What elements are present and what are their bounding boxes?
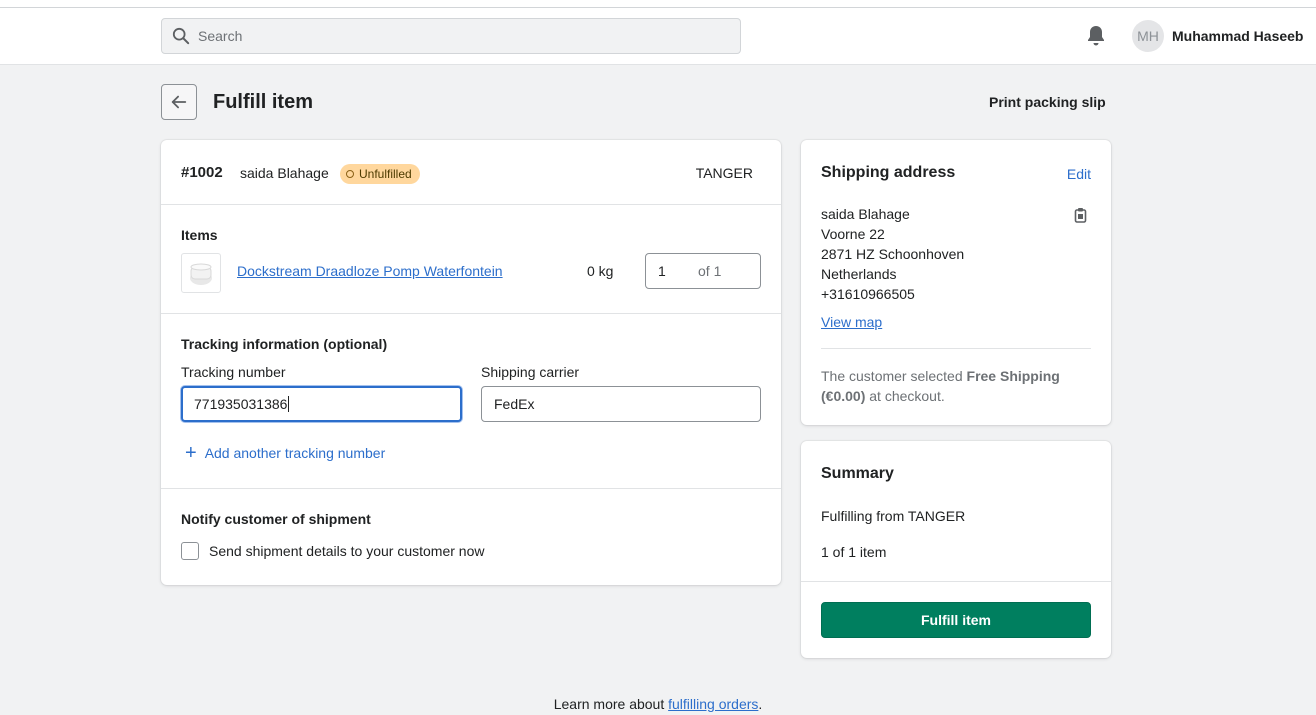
- text-caret: [288, 396, 290, 412]
- location-label: TANGER: [695, 165, 753, 181]
- search-input[interactable]: [198, 28, 698, 44]
- copy-icon[interactable]: [1073, 207, 1089, 223]
- summary-card: Summary Fulfilling from TANGER 1 of 1 it…: [801, 441, 1111, 658]
- product-link[interactable]: Dockstream Draadloze Pomp Waterfontein: [237, 263, 503, 279]
- status-label: Unfulfilled: [359, 167, 412, 181]
- note-prefix: The customer selected: [821, 368, 967, 384]
- shipping-carrier-label: Shipping carrier: [481, 364, 580, 380]
- status-badge: Unfulfilled: [340, 164, 420, 184]
- user-name[interactable]: Muhammad Haseeb: [1172, 28, 1303, 44]
- shipping-method-note: The customer selected Free Shipping (€0.…: [821, 366, 1071, 406]
- address-line: Voorne 22: [821, 226, 885, 242]
- search-bar[interactable]: [161, 18, 741, 54]
- shipping-carrier-input[interactable]: FedEx: [481, 386, 761, 422]
- notify-checkbox-label[interactable]: Send shipment details to your customer n…: [209, 543, 484, 559]
- notify-checkbox[interactable]: [181, 542, 199, 560]
- shipping-address-card: Shipping address Edit saida Blahage Voor…: [801, 140, 1111, 425]
- tracking-number-label: Tracking number: [181, 364, 286, 380]
- item-weight: 0 kg: [587, 263, 614, 279]
- order-number: #1002: [181, 164, 223, 181]
- top-bar: MH Muhammad Haseeb: [0, 8, 1316, 65]
- tracking-number-input[interactable]: 771935031386: [181, 386, 462, 422]
- items-heading: Items: [181, 227, 218, 243]
- bell-icon[interactable]: [1086, 25, 1106, 47]
- fulfill-item-button[interactable]: Fulfill item: [821, 602, 1091, 638]
- divider: [801, 581, 1111, 582]
- quantity-value[interactable]: 1: [658, 263, 698, 279]
- quantity-field[interactable]: 1 of 1: [645, 253, 761, 289]
- note-suffix: at checkout.: [865, 388, 945, 404]
- page-title: Fulfill item: [213, 91, 313, 113]
- address-line: Netherlands: [821, 266, 897, 282]
- product-thumbnail: [181, 253, 221, 293]
- address-line: 2871 HZ Schoonhoven: [821, 246, 965, 262]
- address-line: saida Blahage: [821, 206, 910, 222]
- customer-name: saida Blahage: [240, 165, 329, 181]
- summary-title: Summary: [821, 465, 894, 482]
- search-icon: [172, 27, 190, 45]
- view-map-link[interactable]: View map: [821, 314, 882, 330]
- top-edge: [0, 0, 1316, 8]
- item-count: 1 of 1 item: [821, 544, 887, 560]
- quantity-total: of 1: [698, 263, 722, 279]
- tracking-number-value: 771935031386: [194, 396, 288, 412]
- back-button[interactable]: [161, 84, 197, 120]
- add-tracking-number-button[interactable]: + Add another tracking number: [185, 443, 385, 463]
- print-packing-slip-button[interactable]: Print packing slip: [989, 94, 1106, 110]
- shipping-address-title: Shipping address: [821, 164, 956, 181]
- fulfilling-orders-link[interactable]: fulfilling orders: [668, 696, 758, 712]
- notify-heading: Notify customer of shipment: [181, 511, 371, 527]
- divider: [161, 204, 781, 205]
- edit-address-link[interactable]: Edit: [1067, 166, 1091, 182]
- plus-icon: +: [185, 442, 197, 464]
- avatar[interactable]: MH: [1132, 20, 1164, 52]
- add-tracking-label: Add another tracking number: [204, 445, 386, 461]
- divider: [821, 348, 1091, 349]
- product-image-icon: [186, 258, 216, 288]
- address-phone: +31610966505: [821, 286, 915, 302]
- footer-suffix: .: [758, 696, 763, 712]
- status-dot-icon: [346, 170, 354, 178]
- divider: [161, 488, 781, 489]
- shipping-carrier-value: FedEx: [494, 396, 535, 412]
- tracking-heading: Tracking information (optional): [181, 336, 388, 352]
- fulfilling-from: Fulfilling from TANGER: [821, 508, 966, 524]
- fulfillment-card: #1002 saida Blahage Unfulfilled TANGER I…: [161, 140, 781, 585]
- arrow-left-icon: [170, 93, 188, 111]
- footer-text: Learn more about: [553, 696, 669, 712]
- footer-help: Learn more about fulfilling orders.: [0, 696, 1316, 712]
- divider: [161, 313, 781, 314]
